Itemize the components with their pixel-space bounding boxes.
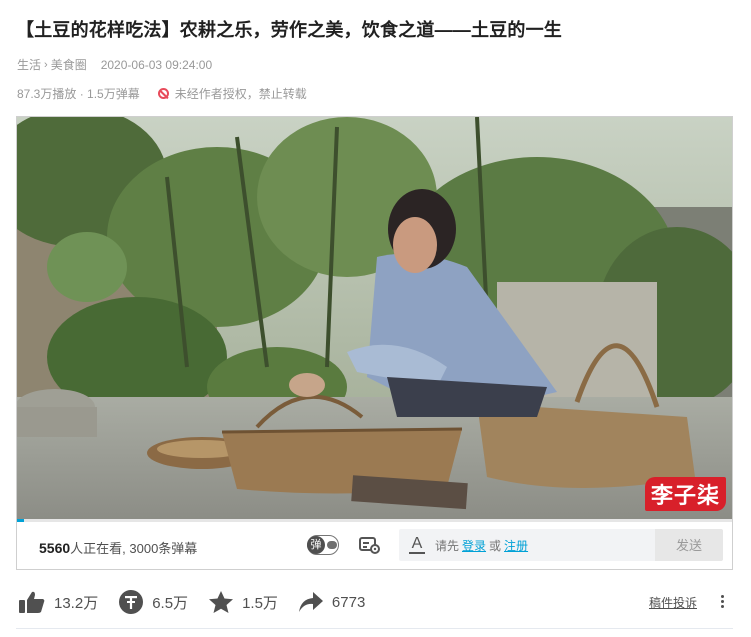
register-link[interactable]: 注册 — [504, 537, 528, 554]
share-arrow-icon — [298, 592, 323, 612]
input-prefix: 请先 — [435, 538, 460, 553]
danmaku-toggle[interactable]: 弹 — [307, 535, 339, 555]
complaint-link[interactable]: 稿件投诉 — [649, 594, 697, 611]
favorite-button[interactable]: 1.5万 — [208, 590, 278, 614]
divider — [16, 628, 733, 629]
send-danmaku-button[interactable]: 发送 — [655, 529, 723, 561]
breadcrumb-food[interactable]: 美食圈 — [51, 56, 87, 73]
publish-date: 2020-06-03 09:24:00 — [100, 57, 213, 72]
like-button[interactable]: 13.2万 — [18, 590, 98, 614]
thumbs-up-icon — [19, 591, 45, 613]
star-icon — [209, 591, 234, 613]
viewer-count: 5560人正在看, 3000条弹幕 — [39, 538, 197, 557]
video-toolbar: 13.2万 6.5万 1.5万 6773 稿件投诉 — [18, 588, 733, 616]
play-danmaku-stats: 87.3万播放 · 1.5万弹幕 — [17, 87, 140, 101]
no-repost-text: 未经作者授权，禁止转载 — [174, 87, 307, 101]
share-button[interactable]: 6773 — [298, 590, 365, 614]
video-frame[interactable]: 李子柒 — [17, 117, 732, 519]
channel-watermark: 李子柒 — [644, 477, 726, 511]
video-meta: 生活 › 美食圈 2020-06-03 09:24:00 — [17, 56, 212, 73]
like-count: 13.2万 — [54, 594, 99, 612]
danmaku-toggle-track — [327, 541, 337, 549]
breadcrumb-life[interactable]: 生活 — [17, 56, 41, 73]
danmaku-send-bar: 5560人正在看, 3000条弹幕 弹 A 请先 登录 或 注册 发送 — [17, 522, 732, 569]
ban-icon — [157, 88, 169, 99]
coin-count: 6.5万 — [152, 594, 189, 612]
share-count: 6773 — [331, 593, 366, 611]
favorite-count: 1.5万 — [242, 594, 278, 612]
video-player[interactable]: 李子柒 5560人正在看, 3000条弹幕 弹 A 请先 登录 或 注册 发送 — [16, 116, 733, 570]
chevron-right-icon: › — [44, 58, 48, 71]
no-repost-notice: 未经作者授权，禁止转载 — [157, 85, 307, 102]
coin-button[interactable]: 6.5万 — [118, 589, 188, 615]
video-scene-image — [17, 117, 732, 519]
danmaku-toggle-knob: 弹 — [307, 536, 325, 554]
danmaku-settings-icon[interactable] — [359, 536, 381, 554]
viewer-number: 5560 — [39, 540, 71, 556]
coin-icon — [119, 590, 144, 614]
viewer-text: 人正在看, 3000条弹幕 — [70, 541, 198, 556]
danmaku-input[interactable]: A 请先 登录 或 注册 — [399, 529, 655, 561]
input-or: 或 — [489, 538, 502, 553]
font-style-icon[interactable]: A — [409, 536, 425, 554]
video-title: 【土豆的花样吃法】农耕之乐，劳作之美，饮食之道——土豆的一生 — [16, 20, 562, 40]
video-stats-row: 87.3万播放 · 1.5万弹幕 未经作者授权，禁止转载 — [17, 85, 307, 102]
login-link[interactable]: 登录 — [462, 537, 486, 554]
more-vertical-icon[interactable] — [721, 593, 725, 611]
